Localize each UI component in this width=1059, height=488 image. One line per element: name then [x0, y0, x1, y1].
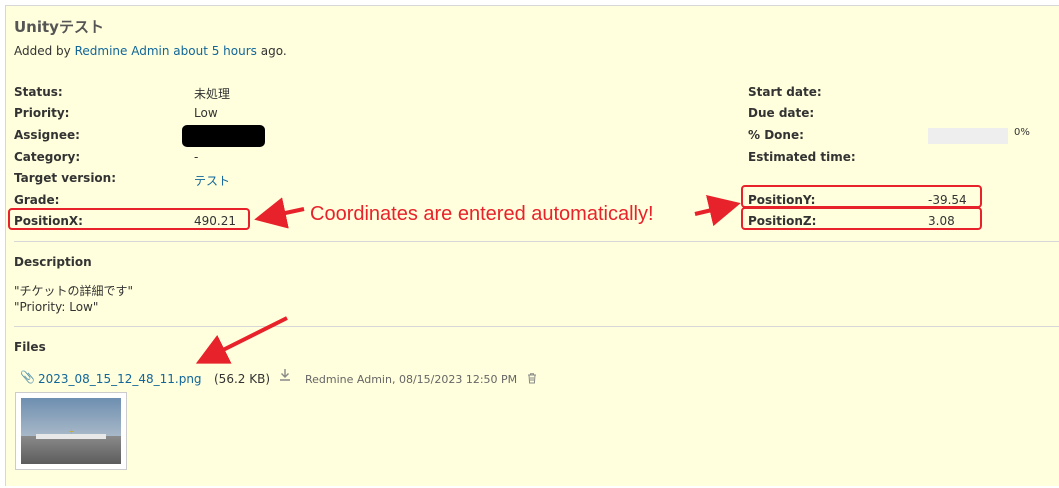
category-value: - — [194, 150, 199, 164]
priority-value: Low — [194, 106, 218, 120]
assignee-redacted — [182, 125, 265, 147]
priority-label: Priority: — [14, 106, 70, 120]
attachment-link[interactable]: 2023_08_15_12_48_11.png — [38, 372, 202, 386]
description-line-2: "Priority: Low" — [14, 300, 99, 314]
divider — [14, 326, 1059, 327]
files-heading: Files — [14, 340, 46, 354]
attachment-size: (56.2 KB) — [214, 372, 270, 386]
description-heading: Description — [14, 255, 92, 269]
author-suffix: ago. — [260, 44, 287, 58]
download-icon[interactable] — [279, 368, 291, 385]
category-label: Category: — [14, 150, 81, 164]
thumbnail-image: + — [21, 398, 121, 464]
done-progress-bar — [928, 128, 1008, 144]
annotation-text: Coordinates are entered automatically! — [310, 203, 654, 225]
status-value: 未処理 — [194, 87, 231, 101]
trash-icon[interactable] — [526, 372, 538, 387]
grade-label: Grade: — [14, 193, 60, 207]
target-version-link[interactable]: テスト — [194, 172, 230, 189]
positionx-highlight — [8, 208, 250, 230]
issue-title: Unityテスト — [14, 18, 104, 36]
status-label: Status: — [14, 85, 63, 99]
positiony-highlight — [741, 185, 982, 208]
start-date-label: Start date: — [748, 85, 822, 99]
author-time-link[interactable]: about 5 hours — [173, 44, 257, 58]
issue-author-line: Added by Redmine Admin about 5 hours ago… — [14, 44, 287, 58]
target-version-label: Target version: — [14, 171, 117, 185]
assignee-label: Assignee: — [14, 128, 80, 142]
divider — [14, 241, 1059, 242]
attachment-thumbnail[interactable]: + — [15, 392, 127, 470]
positionz-highlight — [741, 207, 982, 230]
done-value: 0% — [1014, 127, 1030, 138]
description-line-1: "チケットの詳細です" — [14, 284, 134, 298]
estimated-time-label: Estimated time: — [748, 150, 856, 164]
due-date-label: Due date: — [748, 106, 815, 120]
paperclip-icon: 📎 — [20, 370, 35, 384]
author-prefix: Added by — [14, 44, 71, 58]
author-link[interactable]: Redmine Admin — [75, 44, 170, 58]
issue-panel: Unityテスト Added by Redmine Admin about 5 … — [5, 5, 1059, 486]
done-label: % Done: — [748, 128, 804, 142]
attachment-meta: Redmine Admin, 08/15/2023 12:50 PM — [305, 373, 518, 386]
